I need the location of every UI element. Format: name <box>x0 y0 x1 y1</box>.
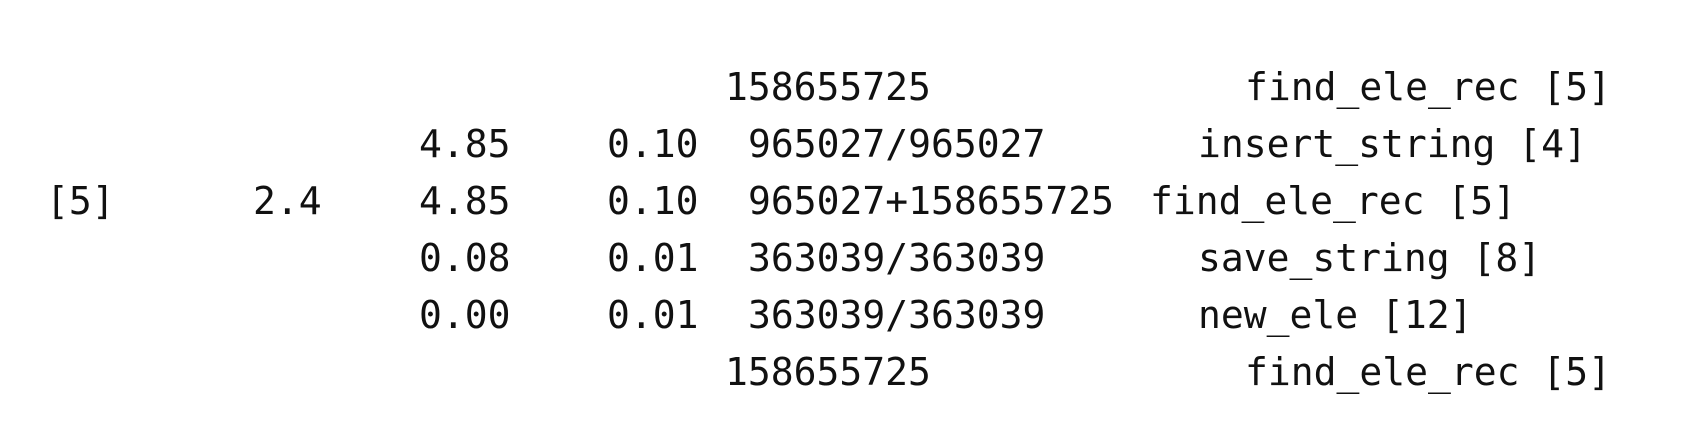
children-time: 0.01 <box>607 293 699 337</box>
function-name: find_ele_rec [5] <box>1245 65 1612 109</box>
self-time: 0.08 <box>419 236 511 280</box>
called-count: 965027+158655725 <box>748 179 1115 223</box>
called-count: 363039/363039 <box>748 293 1046 337</box>
call-graph-row-callee: 0.08 0.01 363039/363039 save_string [8] <box>0 230 1698 286</box>
function-name: save_string [8] <box>1198 236 1542 280</box>
call-graph-row-caller: 4.85 0.10 965027/965027 insert_string [4… <box>0 116 1698 172</box>
children-time: 0.10 <box>607 179 699 223</box>
children-time: 0.10 <box>607 122 699 166</box>
self-time: 4.85 <box>419 122 511 166</box>
called-count: 363039/363039 <box>748 236 1046 280</box>
called-count: 965027/965027 <box>748 122 1046 166</box>
call-graph-listing: 158655725 find_ele_rec [5] 4.85 0.10 965… <box>0 0 1698 426</box>
call-graph-row-recursive-callee: 158655725 find_ele_rec [5] <box>0 344 1698 400</box>
self-time: 0.00 <box>419 293 511 337</box>
function-name: find_ele_rec [5] <box>1245 350 1612 394</box>
call-graph-row-primary: [5] 2.4 4.85 0.10 965027+158655725 find_… <box>0 173 1698 229</box>
percent-time: 2.4 <box>253 179 322 223</box>
children-time: 0.01 <box>607 236 699 280</box>
function-name: insert_string [4] <box>1198 122 1587 166</box>
called-count: 158655725 <box>725 350 931 394</box>
call-graph-row-recursive-caller: 158655725 find_ele_rec [5] <box>0 59 1698 115</box>
called-count: 158655725 <box>725 65 931 109</box>
call-graph-row-callee: 0.00 0.01 363039/363039 new_ele [12] <box>0 287 1698 343</box>
self-time: 4.85 <box>419 179 511 223</box>
entry-index: [5] <box>46 179 115 223</box>
function-name: find_ele_rec [5] <box>1150 179 1517 223</box>
function-name: new_ele [12] <box>1198 293 1473 337</box>
